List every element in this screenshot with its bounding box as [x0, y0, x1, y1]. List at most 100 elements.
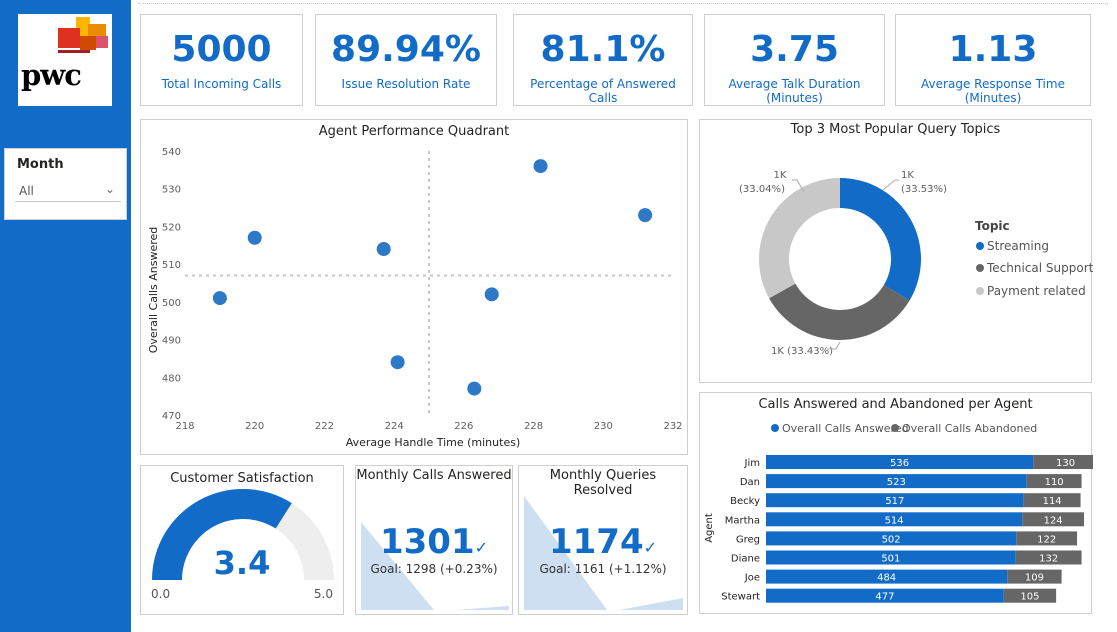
data-label: 477 — [875, 592, 894, 603]
legend-dot — [976, 242, 984, 250]
kpi-issue-resolution-rate: 89.94% Issue Resolution Rate — [315, 14, 497, 106]
legend-label: Payment related — [987, 284, 1086, 298]
month-dropdown[interactable]: All ⌄ — [15, 180, 121, 202]
x-tick-label: 228 — [524, 421, 543, 432]
data-label: 484 — [877, 573, 896, 584]
card-title: Monthly Queries Resolved — [549, 468, 657, 498]
data-label: 109 — [1025, 573, 1044, 584]
kpi-average-talk-duration: 3.75 Average Talk Duration (Minutes) — [704, 14, 885, 106]
month-dropdown-value: All — [19, 184, 34, 198]
card-title: Monthly Calls Answered — [356, 468, 512, 483]
scatter-plot: Average Handle Time (minutes) Overall Ca… — [147, 147, 683, 449]
monthly-queries-resolved-card: Monthly Queries Resolved 1174✓ Goal: 116… — [518, 465, 688, 615]
data-label: 114 — [1043, 496, 1062, 507]
bar-plot: Agent Jim 536 130 Dan 523 110 Becky 517 114 Marth… — [704, 455, 1093, 603]
scatter-point — [247, 230, 262, 245]
kpi-label: Average Talk Duration (Minutes) — [728, 77, 861, 105]
card-value: 1301✓ — [356, 522, 512, 562]
card-goal: Goal: 1298 (+0.23%) — [370, 562, 498, 576]
x-tick-label: 226 — [454, 421, 473, 432]
x-tick-label: 220 — [245, 421, 264, 432]
x-tick-label: 230 — [594, 421, 613, 432]
category-label: Diane — [731, 554, 760, 565]
y-tick-label: 520 — [162, 222, 181, 233]
x-axis-label: Average Handle Time (minutes) — [346, 436, 520, 449]
kpi-label: Average Response Time (Minutes) — [921, 77, 1065, 105]
card-goal: Goal: 1161 (+1.12%) — [539, 562, 667, 576]
gauge-max-label: 5.0 — [313, 587, 333, 601]
scatter-point — [467, 381, 482, 396]
check-icon: ✓ — [643, 538, 658, 557]
category-label: Dan — [740, 477, 760, 488]
data-label: 517 — [885, 496, 904, 507]
data-label: 502 — [882, 534, 901, 545]
y-axis-label: Overall Calls Answered — [147, 227, 160, 354]
agent-performance-quadrant-chart: Agent Performance Quadrant Average Handl… — [140, 119, 688, 455]
slice-label: 1K — [901, 170, 914, 181]
legend-dot — [976, 287, 984, 295]
y-tick-label: 470 — [162, 411, 181, 422]
pwc-logo: pwc — [18, 14, 112, 106]
y-tick-label: 500 — [162, 298, 181, 309]
category-label: Greg — [736, 534, 760, 545]
donut-slice — [769, 283, 910, 340]
category-label: Becky — [730, 496, 760, 507]
y-tick-label: 540 — [162, 147, 181, 158]
monthly-calls-answered-card: Monthly Calls Answered 1301✓ Goal: 1298 … — [355, 465, 513, 615]
kpi-value: 89.94% — [331, 29, 481, 70]
data-label: 132 — [1039, 554, 1058, 565]
scatter-point — [484, 287, 499, 302]
scatter-point — [533, 159, 548, 174]
x-tick-label: 218 — [175, 421, 194, 432]
chevron-down-icon: ⌄ — [104, 182, 115, 196]
data-label: 122 — [1037, 534, 1056, 545]
y-tick-label: 490 — [162, 336, 181, 347]
category-label: Jim — [744, 458, 760, 469]
leader-line — [882, 179, 899, 191]
donut-slice — [759, 178, 840, 299]
category-label: Martha — [725, 515, 760, 526]
month-slicer: Month All ⌄ — [4, 148, 127, 220]
sidebar: pwc Month All ⌄ — [0, 0, 131, 632]
legend-label: Technical Support — [987, 261, 1094, 275]
scatter-point — [390, 355, 405, 370]
legend-label: Streaming — [987, 239, 1049, 253]
kpi-label: Percentage of Answered Calls — [530, 77, 676, 105]
gauge-min-label: 0.0 — [151, 587, 171, 601]
y-tick-label: 510 — [162, 260, 181, 271]
category-label: Stewart — [721, 592, 760, 603]
kpi-label: Issue Resolution Rate — [341, 77, 471, 91]
slice-label: 1K (33.43%) — [771, 346, 833, 357]
card-value-number: 1174 — [548, 522, 644, 562]
kpi-value: 81.1% — [540, 29, 666, 70]
card-value-number: 1301 — [379, 522, 475, 562]
data-label: 514 — [885, 515, 904, 526]
kpi-percentage-answered-calls: 81.1% Percentage of Answered Calls — [513, 14, 693, 106]
data-label: 124 — [1044, 515, 1063, 526]
customer-satisfaction-gauge: Customer Satisfaction 3.4 0.0 5.0 — [140, 465, 344, 615]
slicer-title: Month — [17, 157, 64, 172]
header-divider — [138, 3, 1108, 4]
data-label: 110 — [1045, 477, 1064, 488]
data-label: 105 — [1020, 592, 1039, 603]
x-tick-label: 232 — [663, 421, 682, 432]
kpi-label: Total Incoming Calls — [161, 77, 282, 91]
scatter-point — [376, 242, 391, 257]
legend-item-technical-support[interactable]: Technical Support — [976, 261, 1093, 275]
kpi-total-incoming-calls: 5000 Total Incoming Calls — [140, 14, 303, 106]
gauge-value: 3.4 — [213, 544, 271, 582]
donut-slice — [840, 178, 921, 301]
logo-text: pwc — [21, 58, 82, 92]
kpi-average-response-time: 1.13 Average Response Time (Minutes) — [895, 14, 1091, 106]
slice-label: (33.53%) — [901, 184, 947, 195]
data-label: 523 — [887, 477, 906, 488]
slice-label: 1K — [774, 170, 787, 181]
legend-item-streaming[interactable]: Streaming — [976, 239, 1049, 253]
data-label: 536 — [890, 458, 909, 469]
check-icon: ✓ — [474, 538, 489, 557]
y-tick-label: 480 — [162, 373, 181, 384]
legend-item-payment-related[interactable]: Payment related — [976, 284, 1086, 298]
legend-title: Topic — [975, 219, 1010, 233]
kpi-value: 1.13 — [948, 29, 1038, 70]
y-tick-label: 530 — [162, 185, 181, 196]
